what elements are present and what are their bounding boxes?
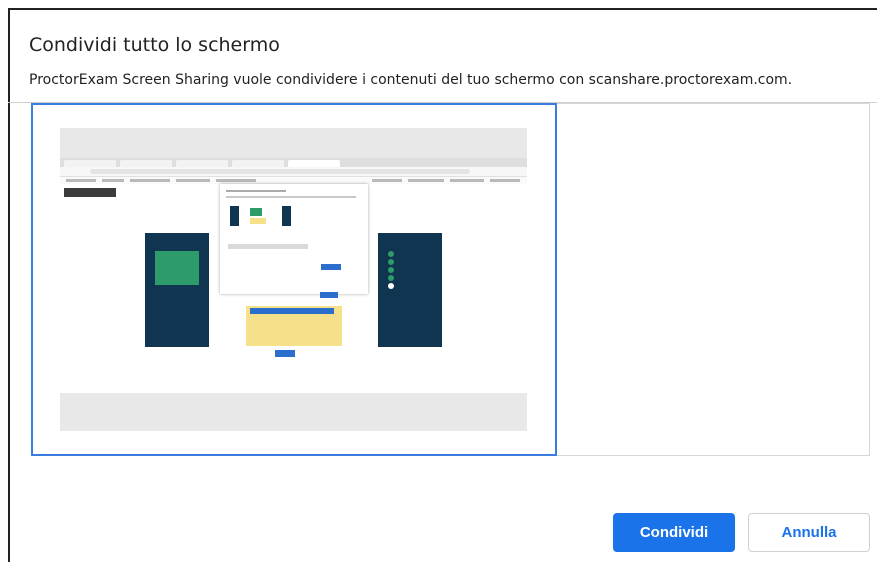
thumbnail-bookmark <box>490 179 520 182</box>
thumbnail-right-panel <box>378 233 442 347</box>
thumbnail-tab <box>176 160 228 167</box>
thumbnail-url-field <box>90 169 470 174</box>
thumbnail-mini-note <box>250 218 266 224</box>
thumbnail-bookmark <box>408 179 444 182</box>
thumbnail-check-dot <box>388 283 394 289</box>
cancel-button[interactable]: Annulla <box>748 513 870 552</box>
thumbnail-tab-strip <box>60 158 527 167</box>
thumbnail-bookmark <box>102 179 124 182</box>
thumbnail-bookmark <box>66 179 96 182</box>
dialog-description: ProctorExam Screen Sharing vuole condivi… <box>29 72 793 88</box>
thumbnail-button <box>321 264 341 270</box>
thumbnail-button <box>320 292 338 298</box>
thumbnail-text-line <box>226 196 356 198</box>
thumbnail-tab <box>288 160 340 167</box>
thumbnail-check-dot <box>388 259 394 265</box>
thumbnail-text-line <box>228 244 308 249</box>
thumbnail-tab <box>64 160 116 167</box>
dialog-title: Condividi tutto lo schermo <box>29 34 280 56</box>
thumbnail-check-dot <box>388 267 394 273</box>
thumbnail-mini-panel <box>230 206 239 226</box>
thumbnail-left-panel <box>145 233 209 347</box>
thumbnail-button <box>275 350 295 357</box>
thumbnail-left-card <box>155 251 199 285</box>
thumbnail-bookmark <box>216 179 256 182</box>
thumbnail-bookmark <box>450 179 484 182</box>
thumbnail-tooltip <box>64 188 116 197</box>
thumbnail-mini-panel <box>282 206 291 226</box>
thumbnail-notice-bar <box>250 308 334 314</box>
thumbnail-browser-window <box>60 158 527 393</box>
thumbnail-address-bar <box>60 167 527 177</box>
thumbnail-bookmark <box>372 179 402 182</box>
thumbnail-bookmark <box>130 179 170 182</box>
thumbnail-mini-card <box>250 208 262 216</box>
thumbnail-tab <box>232 160 284 167</box>
thumbnail-check-dot <box>388 275 394 281</box>
screen-thumbnail <box>60 128 527 431</box>
thumbnail-tab <box>120 160 172 167</box>
thumbnail-share-popup <box>220 184 368 298</box>
thumbnail-bookmarks-bar <box>60 177 527 184</box>
thumbnail-text-line <box>226 190 286 192</box>
thumbnail-bookmark <box>176 179 210 182</box>
thumbnail-notice <box>246 306 342 346</box>
thumbnail-check-dot <box>388 251 394 257</box>
share-button[interactable]: Condividi <box>613 513 735 552</box>
